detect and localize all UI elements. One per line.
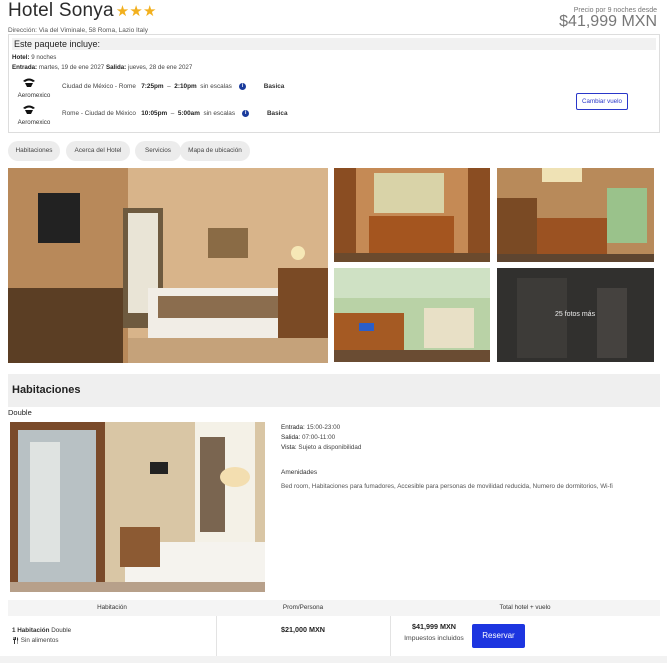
package-hotel-nights: Hotel: 9 noches [12,54,56,61]
checkin-value: martes, 19 de ene 2027 [38,64,105,71]
reception-photo-1[interactable] [334,168,490,262]
header-room: Habitación [97,604,127,611]
info-icon[interactable]: i [242,110,250,117]
change-flight-button[interactable]: Cambiar vuelo [576,93,628,110]
checkout-label: Salida: [105,64,127,71]
amenities-title: Amenidades [281,469,318,476]
fare-class: Basica [263,83,285,91]
table-header-row: Habitación Prom/Persona Total hotel + vu… [8,600,660,616]
room-count-line: 1 Habitación Double [12,627,71,634]
hotel-name: Hotel Sonya ★★★ [8,0,157,22]
reserve-button[interactable]: Reservar [472,624,525,648]
flight-route-info: Ciudad de México - Rome 7:25pm – 2:10pm … [62,83,284,90]
arrive-time: 2:10pm [174,83,197,91]
table-row: 1 Habitación Double Sin alimentos $21,00… [8,616,660,656]
header-total: Total hotel + vuelo [499,604,551,611]
room-checkout-value: 07:00-11:00 [302,434,336,441]
room-checkin: Entrada: 15:00-23:00 [281,424,340,431]
more-photos-tile[interactable]: 25 fotos más [497,268,654,362]
checkout-value: jueves, 28 de ene 2027 [127,64,193,71]
rooms-section-title: Habitaciones [12,384,81,396]
room-type: Double [51,627,72,634]
hotel-nights-label: Hotel: [12,54,30,61]
main-room-photo[interactable] [8,168,328,363]
room-checkin-value: 15:00-23:00 [306,424,341,431]
room-view-value: Sujeto a disponibilidad [298,444,362,451]
rooms-section-header: Habitaciones [8,374,660,407]
utensils-icon [13,637,19,644]
tab-habitaciones[interactable]: Habitaciones [8,141,60,161]
aeromexico-logo-icon [23,78,35,87]
room-checkout-label: Salida: [281,434,301,441]
aeromexico-logo-icon [23,105,35,114]
flight-route: Ciudad de México - Rome [62,83,136,91]
stops: sin escalas [200,83,232,91]
meal-plan-line: Sin alimentos [12,637,59,644]
hotel-address: Dirección: Via del Viminale, 58 Roma, La… [8,27,148,34]
depart-time: 7:25pm [141,83,164,91]
room-photo[interactable] [10,422,265,592]
package-dates: Entrada: martes, 19 de ene 2027 Salida: … [12,64,192,71]
room-view-label: Vista: [281,444,297,451]
lobby-photo[interactable] [334,268,490,362]
room-checkin-label: Entrada: [281,424,305,431]
flight-return: Aeromexico Rome - Ciudad de México 10:05… [12,104,572,130]
time-dash: – [170,110,175,118]
taxes-note: Impuestos incluidos [404,635,464,642]
flight-route: Rome - Ciudad de México [62,110,136,118]
hotel-name-text: Hotel Sonya [8,0,114,21]
total-cell: $41,999 MXN Impuestos incluidos [390,616,660,656]
page-footer-strip [0,656,667,663]
arrive-time: 5:00am [177,110,200,118]
tab-servicios[interactable]: Servicios [135,141,181,161]
info-icon[interactable]: i [238,83,246,90]
room-view: Vista: Sujeto a disponibilidad [281,444,361,451]
tab-acerca-del-hotel[interactable]: Acerca del Hotel [66,141,130,161]
package-summary: Este paquete incluye: Hotel: 9 noches En… [8,34,660,133]
per-person-price: $21,000 MXN [281,625,325,634]
flight-outbound: Aeromexico Ciudad de México - Rome 7:25p… [12,77,572,103]
depart-time: 10:05pm [141,110,168,118]
airline-name: Aeromexico [17,92,51,99]
header-per-person: Prom/Persona [282,604,324,611]
per-person-cell: $21,000 MXN [216,616,390,656]
hotel-nights-value: 9 noches [31,54,57,61]
meal-plan: Sin alimentos [20,637,59,645]
star-rating: ★★★ [115,3,157,20]
room-cell: 1 Habitación Double Sin alimentos [12,616,212,656]
flight-route-info: Rome - Ciudad de México 10:05pm – 5:00am… [62,110,288,117]
room-count: 1 Habitación [12,627,50,634]
airline-name: Aeromexico [17,119,51,126]
price-from: $41,999 MXN [559,13,657,30]
room-type-title: Double [8,408,32,417]
reception-photo-2[interactable] [497,168,654,262]
room-checkout: Salida: 07:00-11:00 [281,434,335,441]
time-dash: – [167,83,171,91]
fare-class: Basica [266,110,288,118]
tab-mapa[interactable]: Mapa de ubicación [180,141,250,161]
total-price: $41,999 MXN [412,622,456,631]
amenities-list: Bed room, Habitaciones para fumadores, A… [281,483,613,490]
checkin-label: Entrada: [12,64,38,71]
package-title: Este paquete incluye: [12,38,656,50]
stops: sin escalas [203,110,236,118]
more-photos-count: 25 fotos más [555,311,596,318]
